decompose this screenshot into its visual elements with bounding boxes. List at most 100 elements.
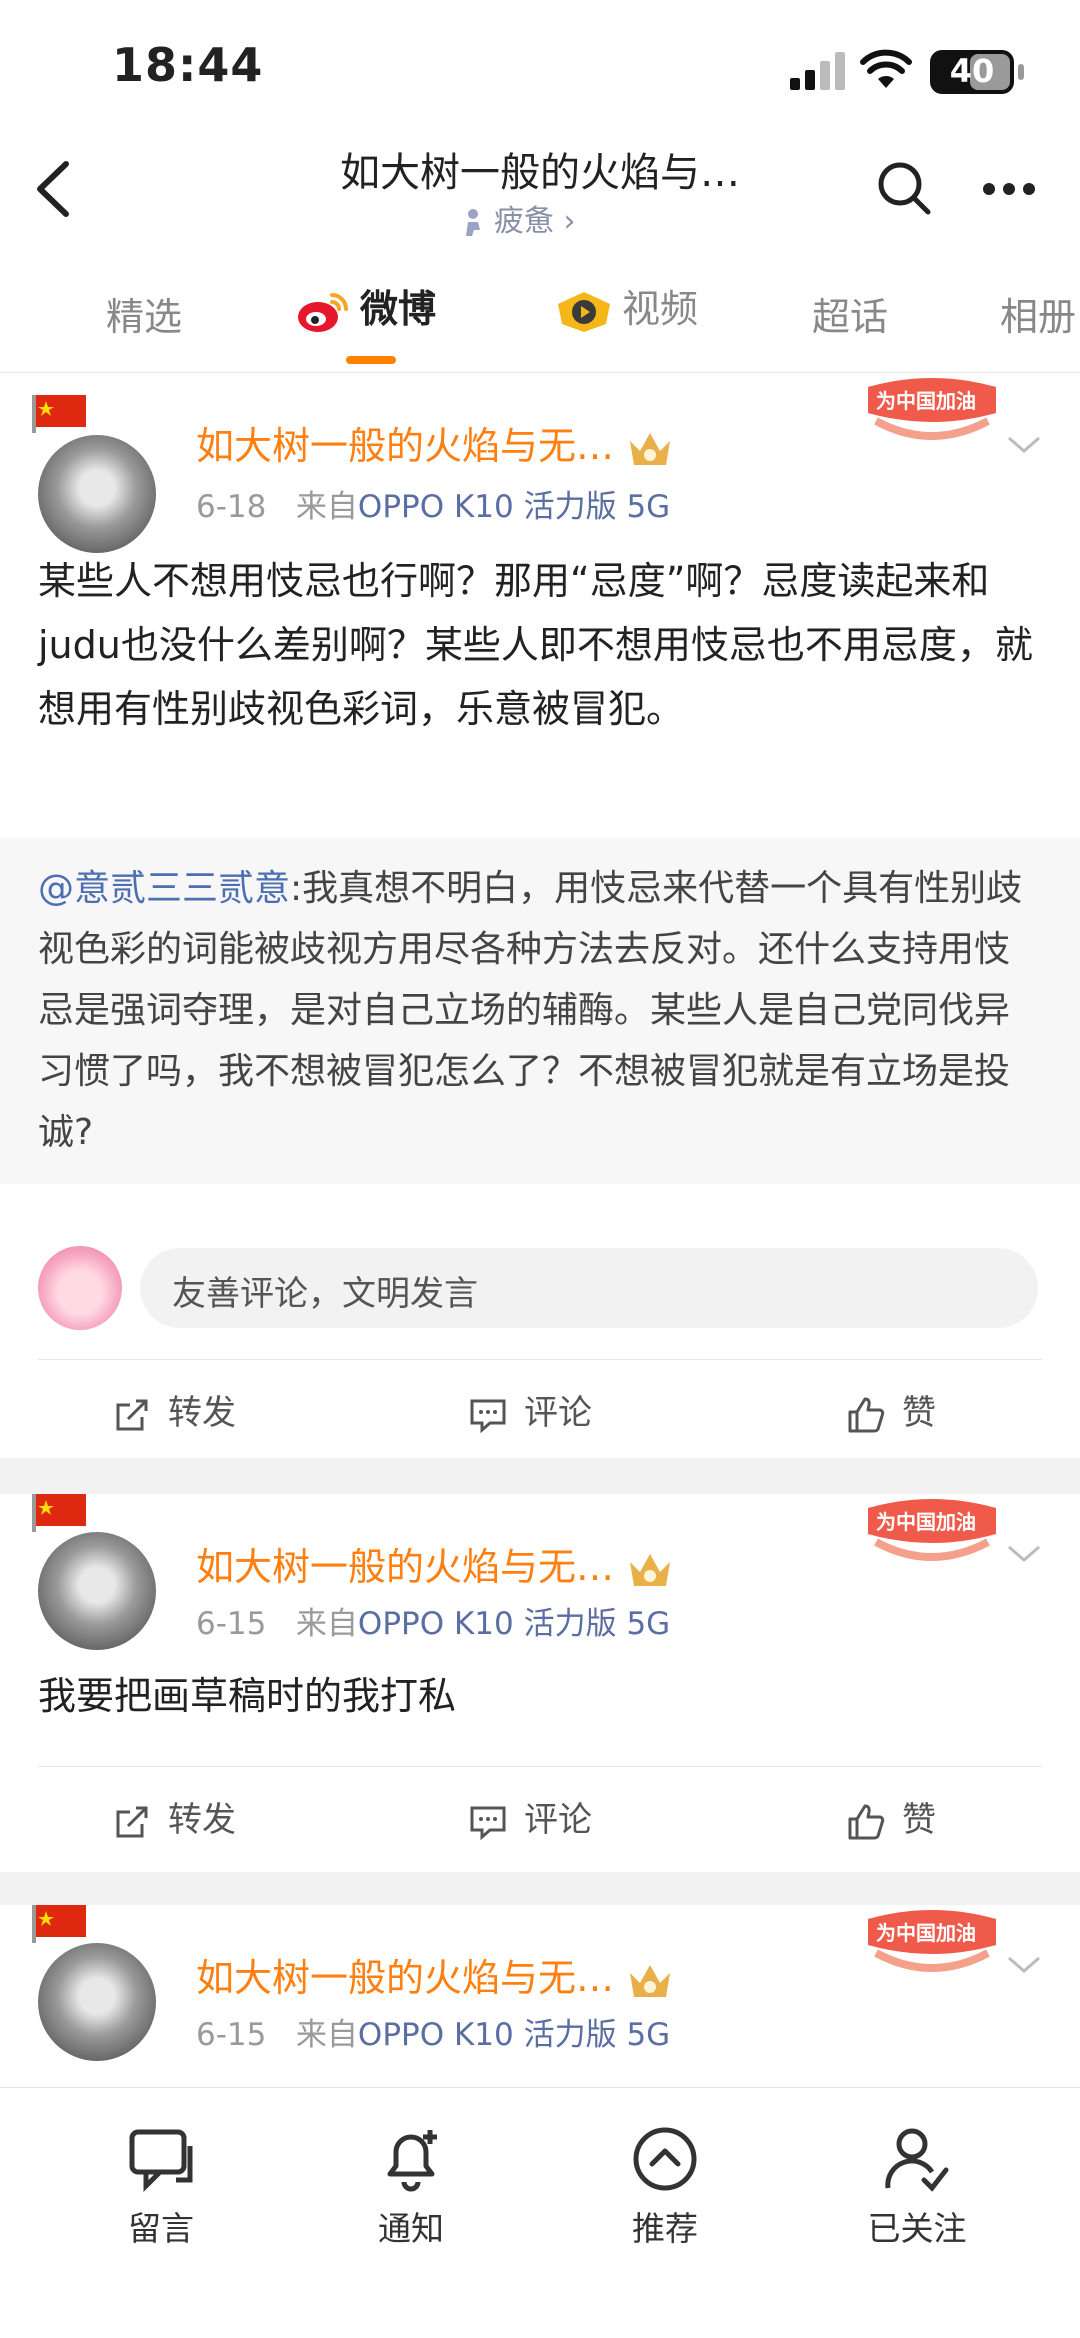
nav-message[interactable]: 留言 [76,2124,246,2250]
cheer-badge-text: 为中国加油 [876,1921,976,1945]
post-meta: 6-18 来自OPPO K10 活力版 5G [196,481,670,526]
weibo-logo-icon [298,292,348,332]
cheer-badge-text: 为中国加油 [876,1510,976,1534]
comment-icon [470,1806,506,1840]
chevron-down-icon[interactable] [1006,435,1042,455]
divider [38,1766,1042,1767]
username[interactable]: 如大树一般的火焰与无… [196,1947,674,2002]
comment-label: 评论 [524,1800,592,1840]
china-flag-icon [32,1494,86,1532]
tab-weibo-label: 微博 [360,287,437,331]
message-icon [129,2129,193,2193]
reposted-content[interactable]: @意贰三三贰意:我真想不明白，用忮忌来代替一个具有性别歧视色彩的词能被歧视方用尽… [0,838,1080,1184]
china-flag-icon [32,395,86,433]
post-meta: 6-15 来自OPPO K10 活力版 5G [196,2009,670,2054]
subtitle-text: 疲惫 [494,204,554,239]
comment-button[interactable]: 评论 [468,1385,592,1435]
source-prefix: 来自 [295,2017,358,2053]
status-subtitle[interactable]: 疲惫 › [460,196,576,240]
post-source[interactable]: OPPO K10 活力版 5G [358,2017,670,2053]
current-user-avatar [38,1246,122,1330]
comment-icon [470,1399,506,1433]
post-text: 某些人不想用忮忌也行啊？那用“忌度”啊？忌度读起来和judu也没什么差别啊？某些… [38,559,1033,731]
repost-icon [116,1806,148,1837]
thumbs-up-icon [848,1804,885,1839]
repost-button[interactable]: 转发 [112,1792,236,1842]
source-prefix: 来自 [295,489,358,525]
tab-album[interactable]: 相册 [1000,286,1076,341]
username-text: 如大树一般的火焰与无… [196,424,615,468]
tab-weibo[interactable]: 微博 [296,278,436,335]
cheer-badge: 为中国加油 [862,1494,1002,1570]
battery-level: 40 [949,52,995,90]
post-card[interactable]: 如大树一般的火焰与无… 6-15 来自OPPO K10 活力版 5G 为中国加油… [0,1494,1080,1872]
cheer-badge: 为中国加油 [862,1905,1002,1981]
video-badge-icon [558,291,610,332]
post-card[interactable]: 如大树一般的火焰与无… 6-18 来自OPPO K10 活力版 5G 为中国加油… [0,373,1080,1458]
more-options-icon[interactable] [982,182,1036,196]
repost-icon [116,1399,148,1430]
avatar[interactable] [38,1943,156,2061]
nav-recommend-label: 推荐 [632,2209,698,2248]
subtitle-arrow-icon: › [563,204,576,239]
page-title: 如大树一般的火焰与… [340,150,740,196]
battery-indicator: 40 [930,50,1026,94]
nav-following-label: 已关注 [867,2209,967,2248]
nav-message-label: 留言 [128,2209,194,2248]
avatar[interactable] [38,435,156,553]
repost-mention[interactable]: @意贰三三贰意 [38,868,290,909]
nav-notifications-label: 通知 [378,2209,444,2248]
crown-badge-icon [630,432,671,465]
repost-label: 转发 [168,1393,236,1433]
like-button[interactable]: 赞 [846,1385,936,1435]
source-prefix: 来自 [295,1606,358,1642]
avatar[interactable] [38,1532,156,1650]
chevron-down-icon[interactable] [1006,1544,1042,1564]
nav-recommend[interactable]: 推荐 [580,2124,750,2250]
person-sitting-icon [466,208,480,236]
post-text: 我要把画草稿时的我打私 [38,1674,457,1718]
like-label: 赞 [902,1393,936,1433]
chevron-up-circle-icon [633,2127,697,2191]
post-source[interactable]: OPPO K10 活力版 5G [358,489,670,525]
nav-notifications[interactable]: 通知 [326,2124,496,2250]
bottom-nav: 留言 通知 推荐 已关注 [0,2087,1080,2338]
repost-text: @意贰三三贰意:我真想不明白，用忮忌来代替一个具有性别歧视色彩的词能被歧视方用尽… [38,858,1042,1163]
like-button[interactable]: 赞 [846,1792,936,1842]
repost-button[interactable]: 转发 [112,1385,236,1435]
tab-supertopic[interactable]: 超话 [812,286,888,341]
post-card[interactable]: 如大树一般的火焰与无… 6-15 来自OPPO K10 活力版 5G 为中国加油 [0,1905,1080,2087]
post-source[interactable]: OPPO K10 活力版 5G [358,1606,670,1642]
repost-body: :我真想不明白，用忮忌来代替一个具有性别歧视色彩的词能被歧视方用尽各种方法去反对… [38,868,1023,1153]
repost-label: 转发 [168,1800,236,1840]
username[interactable]: 如大树一般的火焰与无… [196,415,674,470]
post-date: 6-15 [196,1606,267,1642]
status-bar: 18:44 40 [0,0,1080,130]
post-meta: 6-15 来自OPPO K10 活力版 5G [196,1598,670,1643]
username[interactable]: 如大树一般的火焰与无… [196,1536,674,1591]
wifi-icon [860,49,912,88]
chevron-down-icon[interactable] [1006,1955,1042,1975]
thumbs-up-icon [848,1397,885,1432]
comment-button[interactable]: 评论 [468,1792,592,1842]
divider [38,1359,1042,1360]
nav-following[interactable]: 已关注 [832,2124,1002,2250]
post-date: 6-18 [196,489,267,525]
comment-label: 评论 [524,1393,592,1433]
comment-placeholder: 友善评论，文明发言 [172,1274,478,1314]
tab-featured[interactable]: 精选 [106,286,182,341]
search-icon[interactable] [876,160,932,216]
post-date: 6-15 [196,2017,267,2053]
profile-header: 如大树一般的火焰与… 疲惫 › [0,130,1080,253]
comment-input[interactable]: 友善评论，文明发言 [140,1248,1038,1328]
china-flag-icon [32,1905,86,1943]
username-text: 如大树一般的火焰与无… [196,1545,615,1589]
back-arrow-icon[interactable] [30,160,76,218]
username-text: 如大树一般的火焰与无… [196,1956,615,2000]
crown-badge-icon [630,1553,671,1586]
bell-plus-icon [387,2130,437,2192]
tab-video[interactable]: 视频 [556,278,698,334]
like-label: 赞 [902,1800,936,1840]
user-check-icon [885,2128,949,2192]
status-time: 18:44 [112,38,264,92]
